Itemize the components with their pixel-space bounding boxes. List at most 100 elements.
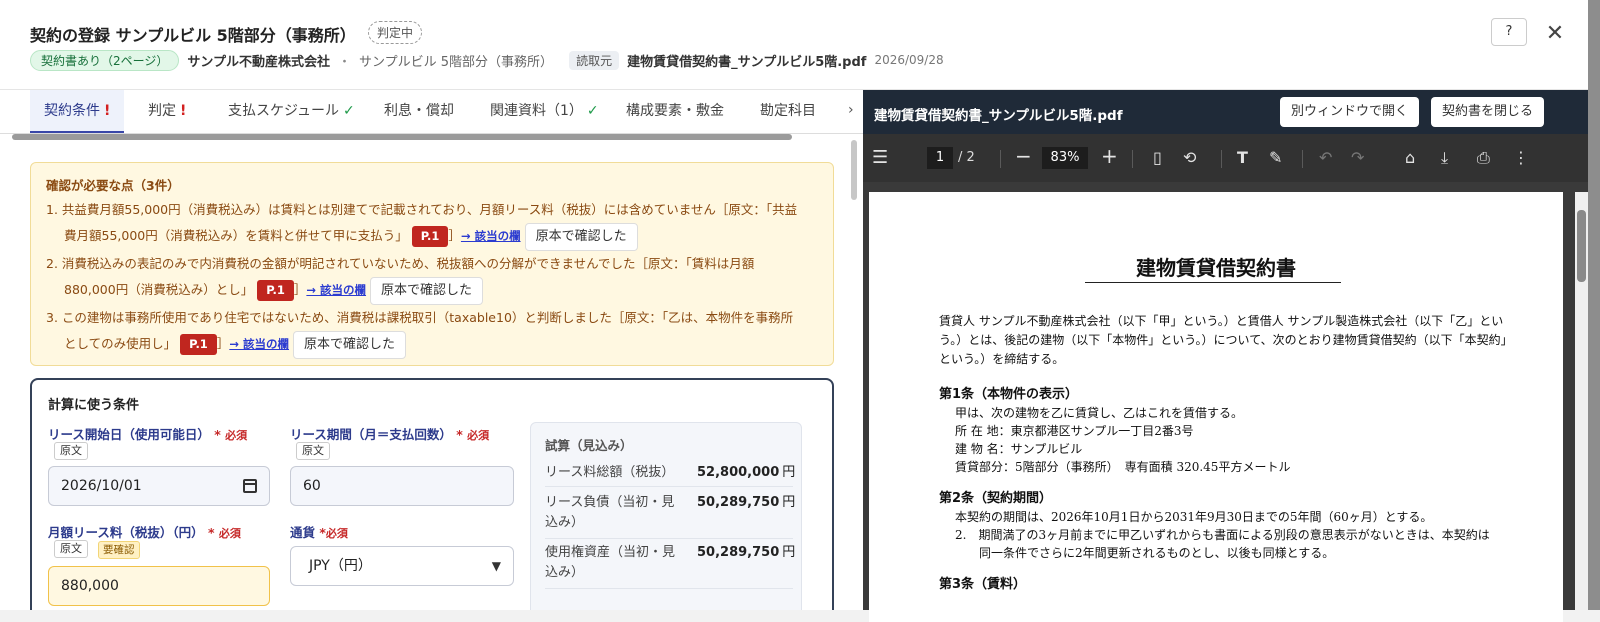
divider: [1000, 150, 1001, 168]
notice-list: 1. 共益費月額55,000円（消費税込み）は賃料とは別建てで記載されており、月…: [46, 197, 826, 359]
source-pdf-name: 建物賃貸借契約書_サンプルビル5階.pdf: [627, 54, 867, 70]
property-name: サンプルビル 5階部分（事務所）: [359, 54, 554, 70]
tab-scroll-right-icon[interactable]: ›: [848, 102, 854, 118]
trial-row: リース負債（当初・見込み） 50,289,750 円: [545, 493, 795, 539]
origin-tag: 原文: [54, 442, 88, 460]
tab-payment-schedule[interactable]: 支払スケジュール ✓: [214, 90, 369, 133]
calendar-icon[interactable]: [243, 479, 257, 493]
divider: [1221, 150, 1222, 168]
confirm-original-button[interactable]: 原本で確認した: [524, 223, 638, 251]
trial-row: 使用権資産（当初・見込み） 50,289,750 円: [545, 543, 795, 589]
needs-check-tag: 要確認: [98, 541, 140, 559]
currency-select[interactable]: JPY（円） ▼: [290, 546, 514, 586]
rotate-icon[interactable]: ⟲: [1183, 146, 1196, 170]
article-line: 甲は、次の建物を乙に賃貸し、乙はこれを賃借する。: [955, 406, 1244, 420]
pdf-scrollbar-thumb[interactable]: [1577, 210, 1586, 282]
lease-term-input[interactable]: 60: [290, 466, 514, 506]
modal-subheader: 契約書あり（2ページ） サンプル不動産株式会社 ・ サンプルビル 5階部分（事務…: [30, 49, 944, 71]
lease-start-label: リース開始日（使用可能日） * 必須: [48, 427, 248, 442]
download-icon[interactable]: ⤓: [1441, 146, 1448, 170]
zoom-level[interactable]: 83%: [1042, 147, 1088, 169]
page-badge[interactable]: P.1: [257, 280, 294, 301]
tab-label: 利息・償却: [384, 103, 454, 119]
jump-to-field-link[interactable]: → 該当の欄: [461, 229, 521, 243]
contract-registration-modal: 契約の登録 サンプルビル 5階部分（事務所） 判定中 ? ✕ 契約書あり（2ペー…: [0, 0, 1588, 622]
monthly-fee-input[interactable]: 880,000: [48, 566, 270, 606]
zoom-out-icon[interactable]: −: [1015, 144, 1032, 168]
tab-label: 判定: [148, 103, 176, 119]
tab-label: 関連資料（1）: [490, 103, 583, 119]
tab-contract-terms[interactable]: 契約条件!: [30, 90, 125, 133]
close-icon[interactable]: ✕: [1541, 20, 1569, 48]
more-options-icon[interactable]: ⋮: [1513, 146, 1529, 170]
pdf-page: 建物賃貸借契約書 賃貸人 サンプル不動産株式会社（以下「甲」という。）と賃借人 …: [869, 192, 1563, 622]
zoom-in-icon[interactable]: +: [1101, 144, 1118, 168]
tab-label: 支払スケジュール: [228, 103, 340, 119]
article-heading: 第1条（本物件の表示）: [939, 387, 1079, 402]
trial-heading: 試算（見込み）: [545, 438, 633, 453]
page-badge[interactable]: P.1: [411, 226, 449, 247]
modal-title: 契約の登録 サンプルビル 5階部分（事務所）: [30, 26, 356, 45]
tab-components-deposit[interactable]: 構成要素・敷金: [612, 90, 738, 133]
calc-conditions-card: 計算に使う条件 リース開始日（使用可能日） * 必須 原文 2026/10/01…: [30, 378, 834, 610]
bracket: ］: [448, 228, 461, 243]
notice-item: 2. 消費税込みの表記のみで内消費税の金額が明記されていないため、税抜額への分解…: [46, 251, 826, 305]
draw-tool-icon[interactable]: ✎: [1269, 146, 1282, 170]
notice-text: 880,000円（消費税込み）とし」: [64, 282, 254, 297]
print-icon[interactable]: ⎙: [1477, 146, 1490, 170]
tab-bar: 契約条件! 判定! 支払スケジュール ✓ 利息・償却 関連資料（1） ✓ 構成要素・…: [0, 90, 863, 134]
document-title: 建物賃貸借契約書: [1136, 256, 1296, 280]
text-tool-icon[interactable]: T: [1237, 146, 1248, 170]
lease-term-label: リース期間（月＝支払回数） * 必須: [290, 427, 490, 442]
tab-scrollbar[interactable]: [12, 134, 792, 140]
form-scrollbar[interactable]: [851, 140, 857, 200]
article-line: 2. 期間満了の3ヶ月前までに甲乙いずれからも書面による別段の意思表示がないとき…: [955, 528, 1490, 542]
contract-form-pane: 契約条件! 判定! 支払スケジュール ✓ 利息・償却 関連資料（1） ✓ 構成要素・…: [0, 90, 863, 610]
title-underline: [1085, 282, 1341, 283]
article-line: 賃貸部分：5階部分（事務所） 専有面積 320.45平方メートル: [955, 460, 1291, 474]
check-icon: ✓: [343, 103, 355, 119]
confirm-original-button[interactable]: 原本で確認した: [292, 331, 406, 359]
pdf-viewer-pane: 建物賃貸借契約書_サンプルビル5階.pdf 別ウィンドウで開く 契約書を閉じる …: [863, 90, 1588, 622]
contract-doc-badge: 契約書あり（2ページ）: [30, 49, 180, 71]
add-annotation-icon[interactable]: ⌂: [1405, 146, 1415, 170]
notice-text: 費月額55,000円（消費税込み）を賃料と併せて甲に支払う」: [64, 228, 408, 243]
close-document-button[interactable]: 契約書を閉じる: [1431, 97, 1545, 127]
tab-judgement[interactable]: 判定!: [134, 90, 200, 133]
origin-tag: 原文: [54, 540, 88, 558]
pdf-viewer-header: 建物賃貸借契約書_サンプルビル5階.pdf 別ウィンドウで開く 契約書を閉じる: [863, 90, 1588, 134]
pdf-toolbar: ☰ 1 / 2 − 83% + ▯ ⟲ T ✎ ↶ ↷ ⌂ ⤓ ⎙ ⋮: [863, 134, 1588, 182]
modal-backdrop: [1588, 0, 1600, 610]
check-icon: ✓: [586, 103, 599, 119]
calc-heading: 計算に使う条件: [48, 398, 140, 413]
confirm-original-button[interactable]: 原本で確認した: [370, 277, 484, 305]
warning-icon: !: [180, 103, 187, 119]
bracket: ］: [293, 282, 307, 297]
tab-label: 勘定科目: [760, 103, 816, 119]
fit-page-icon[interactable]: ▯: [1153, 146, 1162, 170]
lease-start-date-input[interactable]: 2026/10/01: [48, 466, 270, 506]
tab-interest-depreciation[interactable]: 利息・償却: [370, 90, 468, 133]
notice-item: 3. この建物は事務所使用であり住宅ではないため、消費税は課税取引（taxabl…: [46, 305, 826, 359]
tab-related-docs[interactable]: 関連資料（1） ✓: [476, 90, 613, 133]
page-number-input[interactable]: 1: [927, 147, 953, 169]
menu-icon[interactable]: ☰: [872, 146, 888, 170]
article-line: 同一条件でさらに2年間更新されるものとし、以後も同様とする。: [955, 546, 1335, 560]
tab-account-title[interactable]: 勘定科目: [746, 90, 830, 133]
tab-label: 契約条件: [44, 103, 100, 119]
modal-header: 契約の登録 サンプルビル 5階部分（事務所） 判定中 ? ✕ 契約書あり（2ペー…: [0, 0, 1588, 90]
redo-icon[interactable]: ↷: [1351, 146, 1364, 170]
jump-to-field-link[interactable]: → 該当の欄: [229, 337, 289, 351]
page-badge[interactable]: P.1: [180, 334, 217, 355]
notice-text: としてのみ使用し」: [64, 336, 177, 351]
help-button[interactable]: ?: [1491, 18, 1527, 46]
tab-label: 構成要素・敷金: [626, 103, 724, 119]
jump-to-field-link[interactable]: → 該当の欄: [306, 283, 366, 297]
divider: [1302, 150, 1303, 168]
notice-text: 1. 共益費月額55,000円（消費税込み）は賃料とは別建てで記載されており、月…: [46, 202, 798, 217]
notice-item: 1. 共益費月額55,000円（消費税込み）は賃料とは別建てで記載されており、月…: [46, 197, 826, 251]
undo-icon[interactable]: ↶: [1319, 146, 1332, 170]
open-new-window-button[interactable]: 別ウィンドウで開く: [1280, 97, 1420, 127]
source-pdf-date: 2026/09/28: [874, 53, 944, 67]
pdf-file-name: 建物賃貸借契約書_サンプルビル5階.pdf: [874, 108, 1123, 124]
